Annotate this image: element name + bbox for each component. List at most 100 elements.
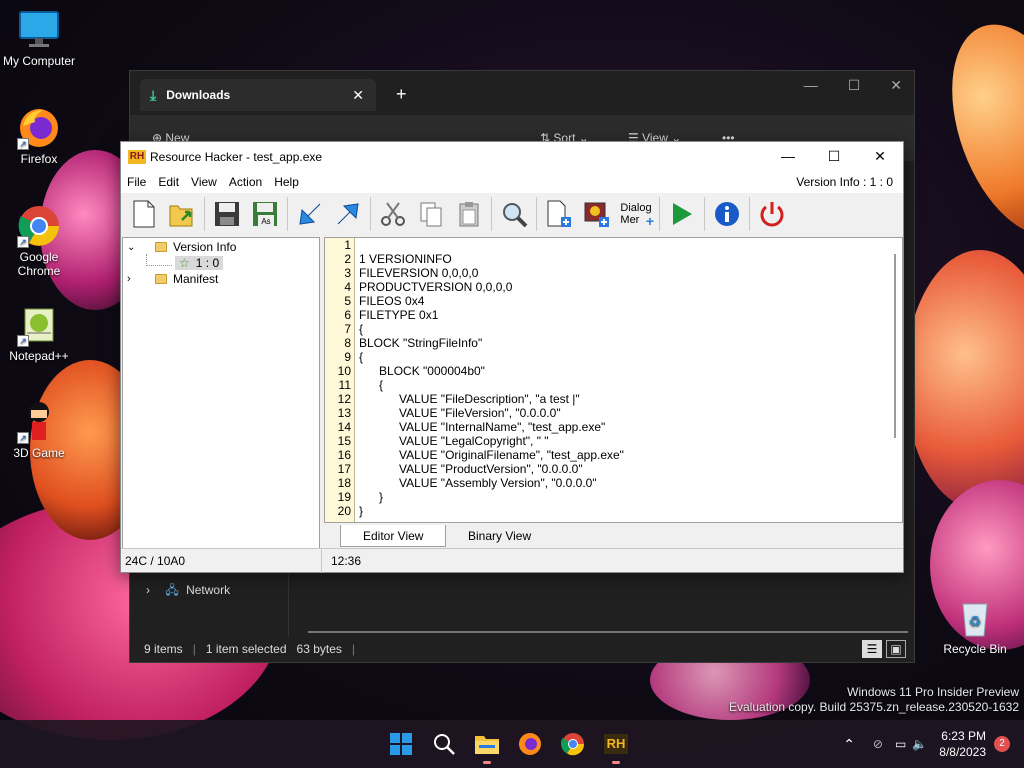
chrome-icon: [560, 733, 585, 756]
menu-help[interactable]: Help: [274, 175, 305, 189]
new-file-button[interactable]: [127, 197, 161, 231]
code-line[interactable]: 1 VERSIONINFO: [359, 252, 888, 266]
code-line[interactable]: PRODUCTVERSION 0,0,0,0: [359, 280, 888, 294]
open-file-button[interactable]: [165, 197, 199, 231]
close-tab-icon[interactable]: ✕: [352, 87, 364, 104]
compile-button[interactable]: [293, 197, 327, 231]
desktop-icon-label: Recycle Bin: [943, 642, 1007, 656]
shortcut-arrow-icon: ↗: [17, 432, 29, 444]
minimize-button[interactable]: —: [804, 77, 818, 94]
code-line[interactable]: {: [359, 378, 888, 392]
code-line[interactable]: {: [359, 322, 888, 336]
save-button[interactable]: [210, 197, 244, 231]
display-icon[interactable]: ▭: [895, 737, 906, 751]
line-number: 12: [337, 392, 351, 406]
code-line[interactable]: }: [359, 490, 888, 504]
tab-editor-view[interactable]: Editor View: [340, 525, 447, 547]
add-resource-button[interactable]: [542, 197, 576, 231]
desktop-icon-recycle-bin[interactable]: ♻ Recycle Bin: [937, 596, 1013, 656]
app-logo-icon: RH: [128, 149, 146, 164]
chevron-up-icon[interactable]: ⌃: [843, 736, 855, 753]
network-status-icon[interactable]: ⊘: [873, 737, 883, 751]
save-as-button[interactable]: As: [248, 197, 282, 231]
find-button[interactable]: [497, 197, 531, 231]
desktop-icon-firefox[interactable]: ↗ Firefox: [1, 106, 77, 166]
taskbar-file-explorer[interactable]: [471, 728, 503, 764]
run-script-button[interactable]: [665, 197, 699, 231]
nav-item-network[interactable]: › 🖧 Network: [146, 581, 230, 602]
cut-button[interactable]: [376, 197, 410, 231]
paste-button[interactable]: [452, 197, 486, 231]
desktop-icon-my-computer[interactable]: My Computer: [1, 8, 77, 68]
close-button[interactable]: ✕: [857, 142, 903, 171]
export-button[interactable]: [331, 197, 365, 231]
code-area[interactable]: 1 VERSIONINFO FILEVERSION 0,0,0,0 PRODUCTV…: [359, 238, 888, 518]
line-number: 8: [344, 336, 351, 350]
tree-node-lang-1-0[interactable]: ☆ 1 : 0: [175, 256, 224, 270]
desktop-icon-3d-game[interactable]: ↗ 3D Game: [1, 400, 77, 460]
menu-view[interactable]: View: [191, 175, 223, 189]
horizontal-scrollbar[interactable]: [308, 631, 908, 633]
game-character-icon: ↗: [17, 400, 61, 444]
tree-node-manifest[interactable]: › Manifest: [127, 272, 218, 286]
code-line[interactable]: VALUE "InternalName", "test_app.exe": [359, 420, 888, 434]
clock[interactable]: 6:23 PM 8/8/2023: [939, 728, 986, 760]
exit-button[interactable]: [755, 197, 789, 231]
line-number: 4: [344, 280, 351, 294]
close-button[interactable]: ✕: [890, 77, 902, 94]
dialog-merger-button[interactable]: Dialog Mer +: [618, 197, 654, 231]
notepadpp-icon: ↗: [17, 303, 61, 347]
code-line[interactable]: BLOCK "StringFileInfo": [359, 336, 888, 350]
status-bar: 24C / 10A0 12:36: [121, 548, 903, 573]
svg-text:♻: ♻: [969, 613, 982, 629]
add-image-button[interactable]: [580, 197, 614, 231]
code-line[interactable]: FILEVERSION 0,0,0,0: [359, 266, 888, 280]
notification-badge[interactable]: 2: [994, 736, 1010, 752]
menu-file[interactable]: File: [127, 175, 152, 189]
vertical-scrollbar[interactable]: [894, 254, 896, 438]
taskbar-chrome[interactable]: [557, 728, 589, 760]
code-line[interactable]: }: [359, 504, 888, 518]
tree-node-version-info[interactable]: ⌄ Version Info: [127, 240, 236, 254]
about-button[interactable]: [710, 197, 744, 231]
desktop-icon-label: My Computer: [2, 54, 76, 68]
maximize-button[interactable]: ☐: [811, 142, 857, 171]
code-line[interactable]: FILETYPE 0x1: [359, 308, 888, 322]
desktop-icon-chrome[interactable]: ↗ Google Chrome: [1, 204, 77, 278]
window-title: Resource Hacker - test_app.exe: [150, 149, 323, 164]
code-line[interactable]: VALUE "OriginalFilename", "test_app.exe": [359, 448, 888, 462]
taskbar-firefox[interactable]: [514, 728, 546, 760]
code-line[interactable]: BLOCK "000004b0": [359, 364, 888, 378]
arrow-up-right-icon: [337, 203, 359, 225]
tiles-view-icon[interactable]: ▣: [886, 640, 906, 658]
details-view-icon[interactable]: ☰: [862, 640, 882, 658]
search-button[interactable]: [428, 728, 460, 760]
code-line[interactable]: FILEOS 0x4: [359, 294, 888, 308]
explorer-tab-downloads[interactable]: ⤓ Downloads ✕: [140, 79, 376, 111]
shortcut-arrow-icon: ↗: [17, 335, 29, 347]
code-line[interactable]: VALUE "LegalCopyright", " ": [359, 434, 888, 448]
toolbar: As Dialog Mer +: [121, 193, 903, 235]
desktop-icon-notepadpp[interactable]: ↗ Notepad++: [1, 303, 77, 363]
menu-action[interactable]: Action: [229, 175, 268, 189]
code-line[interactable]: VALUE "Assembly Version", "0.0.0.0": [359, 476, 888, 490]
new-tab-button[interactable]: +: [396, 84, 407, 105]
code-line[interactable]: {: [359, 350, 888, 364]
code-line[interactable]: VALUE "ProductVersion", "0.0.0.0": [359, 462, 888, 476]
taskbar-resource-hacker[interactable]: RH: [600, 728, 632, 764]
copy-button[interactable]: [414, 197, 448, 231]
start-button[interactable]: [385, 728, 417, 760]
code-line[interactable]: VALUE "FileDescription", "a test |": [359, 392, 888, 406]
title-bar: RH Resource Hacker - test_app.exe — ☐ ✕: [121, 142, 903, 171]
menu-edit[interactable]: Edit: [158, 175, 185, 189]
code-line[interactable]: VALUE "FileVersion", "0.0.0.0": [359, 406, 888, 420]
line-number: 10: [337, 364, 351, 378]
os-watermark: Windows 11 Pro Insider Preview Evaluatio…: [729, 685, 1019, 714]
maximize-button[interactable]: ☐: [848, 77, 861, 94]
desktop-icon-label: Firefox: [20, 152, 58, 166]
code-line[interactable]: [359, 238, 888, 252]
script-editor[interactable]: 1 2 3 4 5 6 7 8 9 10 11 12 13 14 15 16 17 18 19 20 1 VERSIO…: [324, 237, 903, 523]
volume-icon[interactable]: 🔈: [912, 737, 927, 751]
minimize-button[interactable]: —: [765, 142, 811, 171]
tab-binary-view[interactable]: Binary View: [446, 525, 553, 547]
